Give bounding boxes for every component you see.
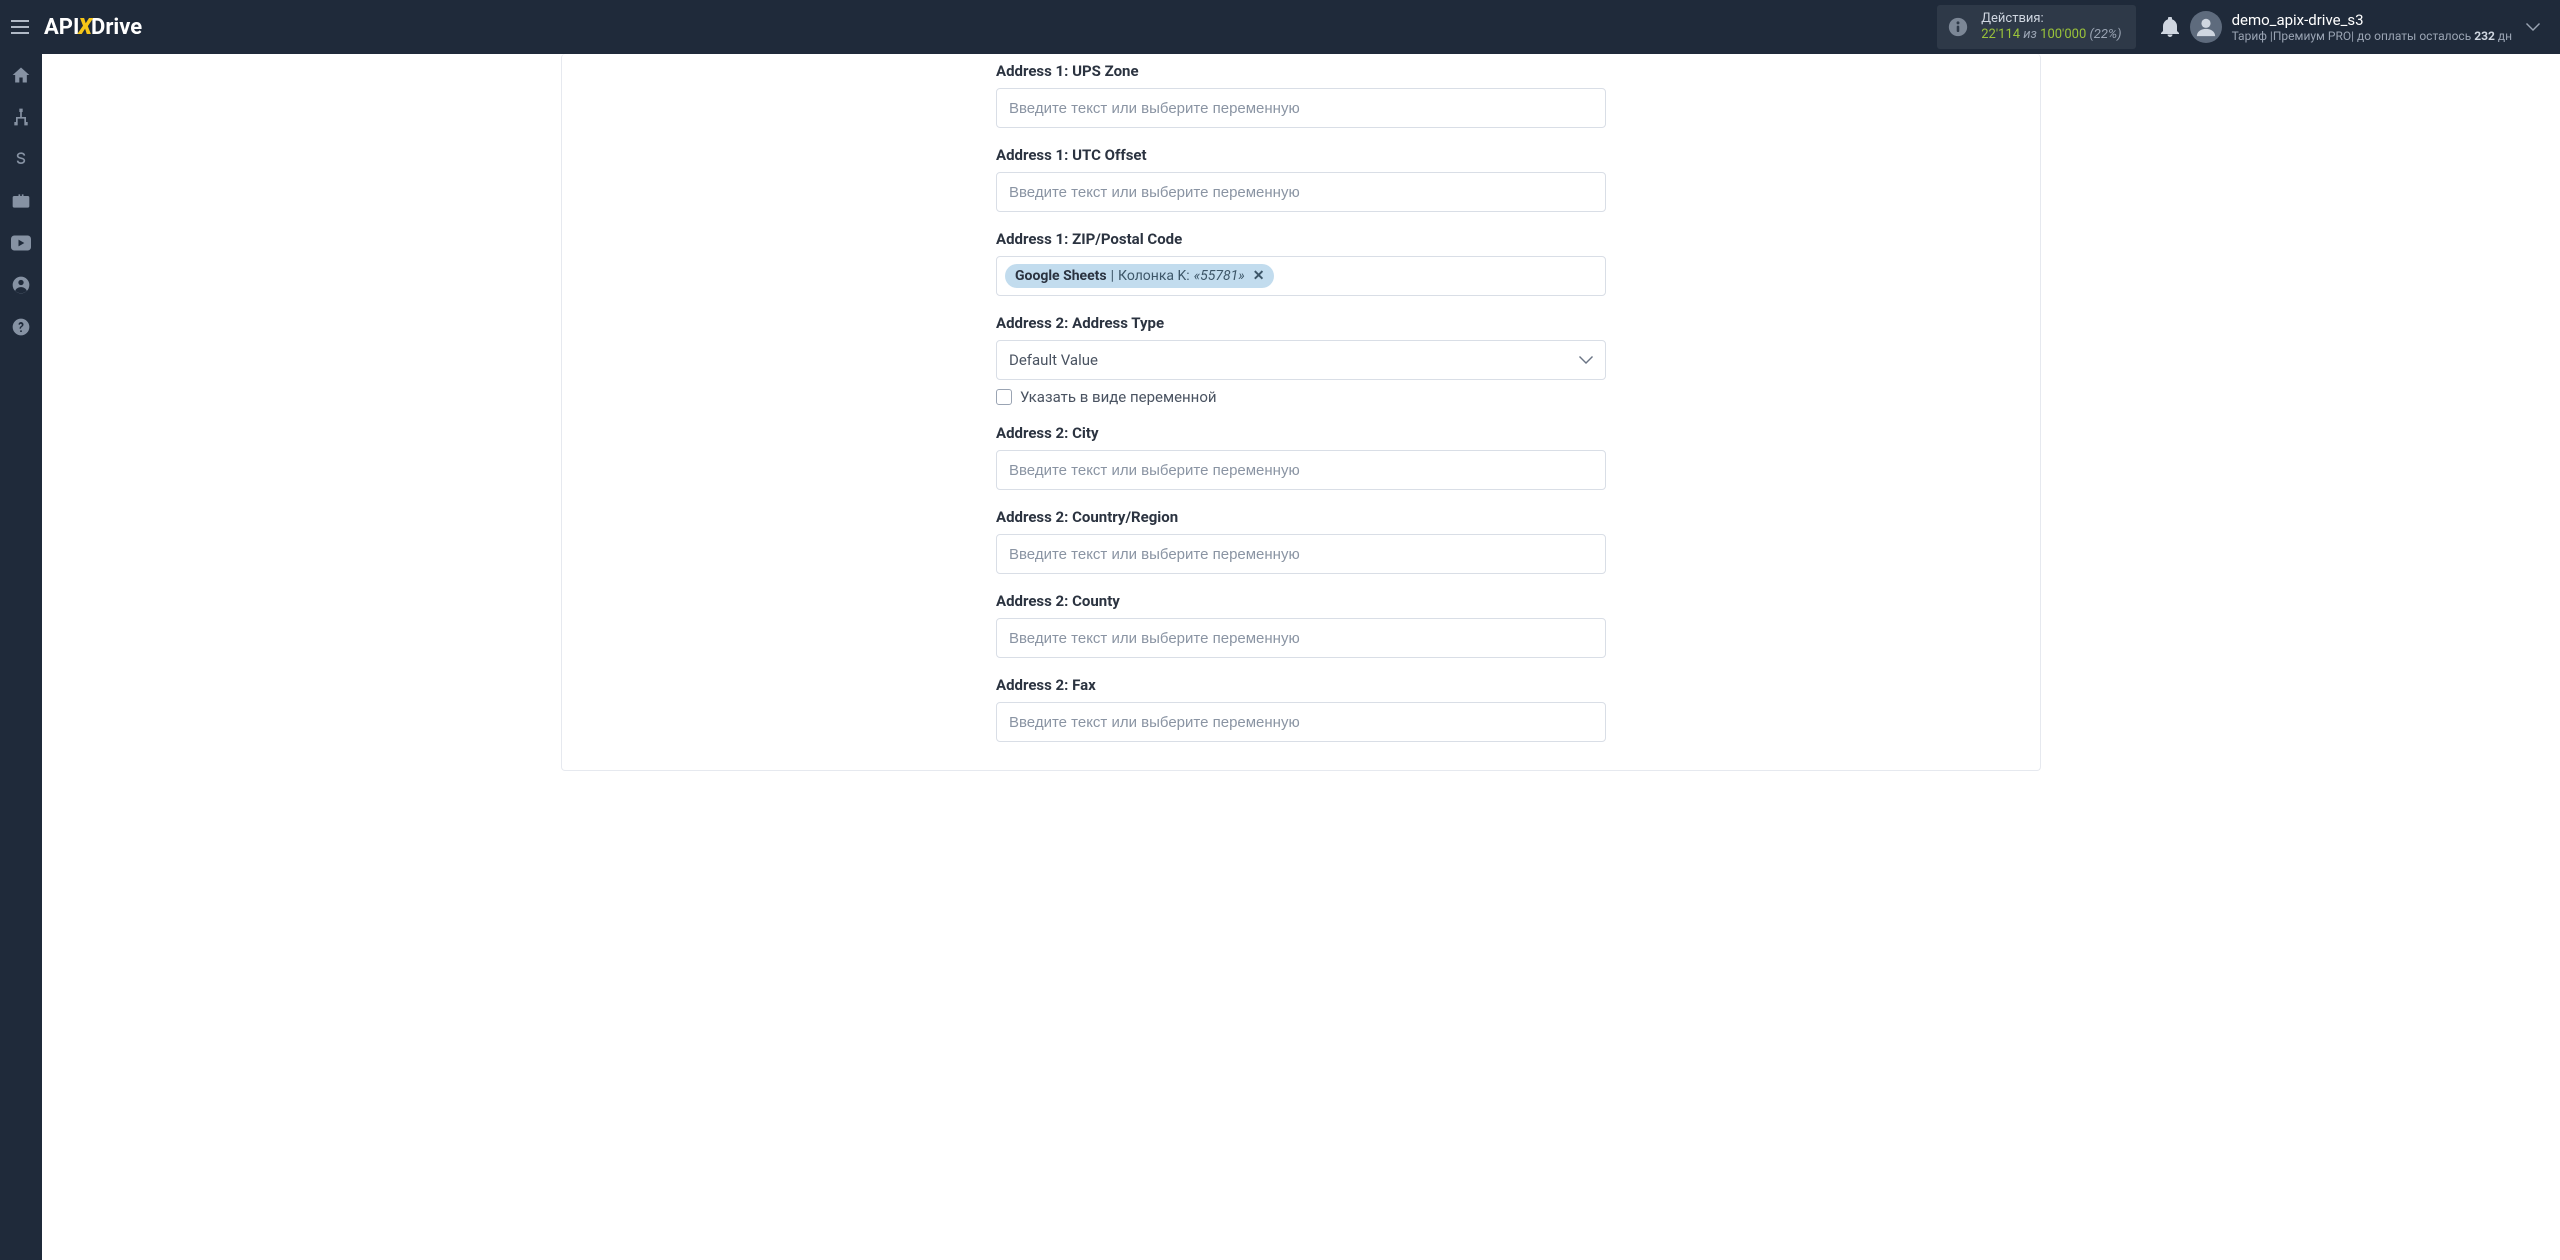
sidebar-help[interactable] <box>0 306 42 348</box>
user-menu[interactable]: demo_apix-drive_s3 Тариф |Премиум PRO| д… <box>2190 11 2512 43</box>
chip-column: Колонка K: <box>1118 268 1190 284</box>
field-input-wrapper[interactable] <box>996 702 1606 742</box>
field-address1-utc-offset: Address 1: UTC Offset <box>996 146 1606 212</box>
info-icon <box>1947 16 1969 38</box>
top-header: API X Drive Действия: 22'114 из 100'000 … <box>0 0 2560 54</box>
notifications-button[interactable] <box>2150 17 2190 37</box>
brand-logo[interactable]: API X Drive <box>44 15 142 40</box>
brand-part-api: API <box>44 15 79 40</box>
address1-ups-zone-input[interactable] <box>1009 100 1593 117</box>
address2-country-input[interactable] <box>1009 546 1593 563</box>
field-input-wrapper[interactable] <box>996 534 1606 574</box>
field-label: Address 2: County <box>996 592 1606 610</box>
address2-city-input[interactable] <box>1009 462 1593 479</box>
sidebar-connections[interactable] <box>0 96 42 138</box>
bell-icon <box>2161 17 2179 37</box>
field-address1-ups-zone: Address 1: UPS Zone <box>996 62 1606 128</box>
sidebar-account[interactable] <box>0 264 42 306</box>
sidebar-billing[interactable] <box>0 138 42 180</box>
chevron-down-icon <box>1579 356 1593 364</box>
menu-toggle[interactable] <box>0 20 40 34</box>
variable-checkbox[interactable] <box>996 389 1012 405</box>
field-address2-country: Address 2: Country/Region <box>996 508 1606 574</box>
field-address2-fax: Address 2: Fax <box>996 676 1606 742</box>
field-label: Address 2: Fax <box>996 676 1606 694</box>
chip-value: «55781» <box>1194 268 1245 284</box>
user-menu-chevron[interactable] <box>2526 23 2550 31</box>
youtube-icon <box>11 235 31 251</box>
sitemap-icon <box>11 107 31 127</box>
brand-part-drive: Drive <box>91 15 142 40</box>
sidebar-home[interactable] <box>0 54 42 96</box>
field-input-wrapper[interactable] <box>996 172 1606 212</box>
address1-utc-offset-input[interactable] <box>1009 184 1593 201</box>
user-icon <box>2195 16 2217 38</box>
field-input-wrapper[interactable] <box>996 88 1606 128</box>
field-label: Address 1: UTC Offset <box>996 146 1606 164</box>
chip-source: Google Sheets <box>1015 268 1107 284</box>
question-icon <box>11 317 31 337</box>
dollar-icon <box>11 149 31 169</box>
hamburger-icon <box>11 20 29 34</box>
sidebar <box>0 54 42 1260</box>
briefcase-icon <box>11 191 31 211</box>
main-scroll[interactable]: Address 1: UPS Zone Address 1: UTC Offse… <box>42 54 2560 1260</box>
select-value: Default Value <box>1009 351 1098 369</box>
sidebar-video[interactable] <box>0 222 42 264</box>
tariff-line: Тариф |Премиум PRO| до оплаты осталось 2… <box>2232 29 2512 43</box>
field-address2-county: Address 2: County <box>996 592 1606 658</box>
address2-county-input[interactable] <box>1009 630 1593 647</box>
address2-type-select[interactable]: Default Value <box>996 340 1606 380</box>
mapping-chip[interactable]: Google Sheets | Колонка K: «55781» ✕ <box>1005 264 1274 288</box>
field-input-wrapper[interactable] <box>996 450 1606 490</box>
field-address2-city: Address 2: City <box>996 424 1606 490</box>
form-card: Address 1: UPS Zone Address 1: UTC Offse… <box>561 54 2041 771</box>
field-label: Address 1: UPS Zone <box>996 62 1606 80</box>
home-icon <box>11 65 31 85</box>
chip-remove[interactable]: ✕ <box>1253 268 1265 284</box>
field-address1-zip: Address 1: ZIP/Postal Code Google Sheets… <box>996 230 1606 296</box>
actions-usage-box[interactable]: Действия: 22'114 из 100'000 (22%) <box>1937 5 2135 48</box>
variable-checkbox-label: Указать в виде переменной <box>1020 388 1217 406</box>
address1-zip-input[interactable]: Google Sheets | Колонка K: «55781» ✕ <box>996 256 1606 296</box>
sidebar-integrations[interactable] <box>0 180 42 222</box>
variable-checkbox-row[interactable]: Указать в виде переменной <box>996 388 1606 406</box>
brand-part-x: X <box>78 15 92 40</box>
user-circle-icon <box>11 275 31 295</box>
actions-stat: 22'114 из 100'000 (22%) <box>1981 27 2121 43</box>
field-label: Address 1: ZIP/Postal Code <box>996 230 1606 248</box>
field-label: Address 2: City <box>996 424 1606 442</box>
actions-label: Действия: <box>1981 11 2121 27</box>
field-label: Address 2: Address Type <box>996 314 1606 332</box>
address2-fax-input[interactable] <box>1009 714 1593 731</box>
avatar <box>2190 11 2222 43</box>
field-label: Address 2: Country/Region <box>996 508 1606 526</box>
user-name: demo_apix-drive_s3 <box>2232 11 2512 29</box>
chevron-down-icon <box>2526 23 2540 31</box>
field-input-wrapper[interactable] <box>996 618 1606 658</box>
field-address2-type: Address 2: Address Type Default Value Ук… <box>996 314 1606 406</box>
